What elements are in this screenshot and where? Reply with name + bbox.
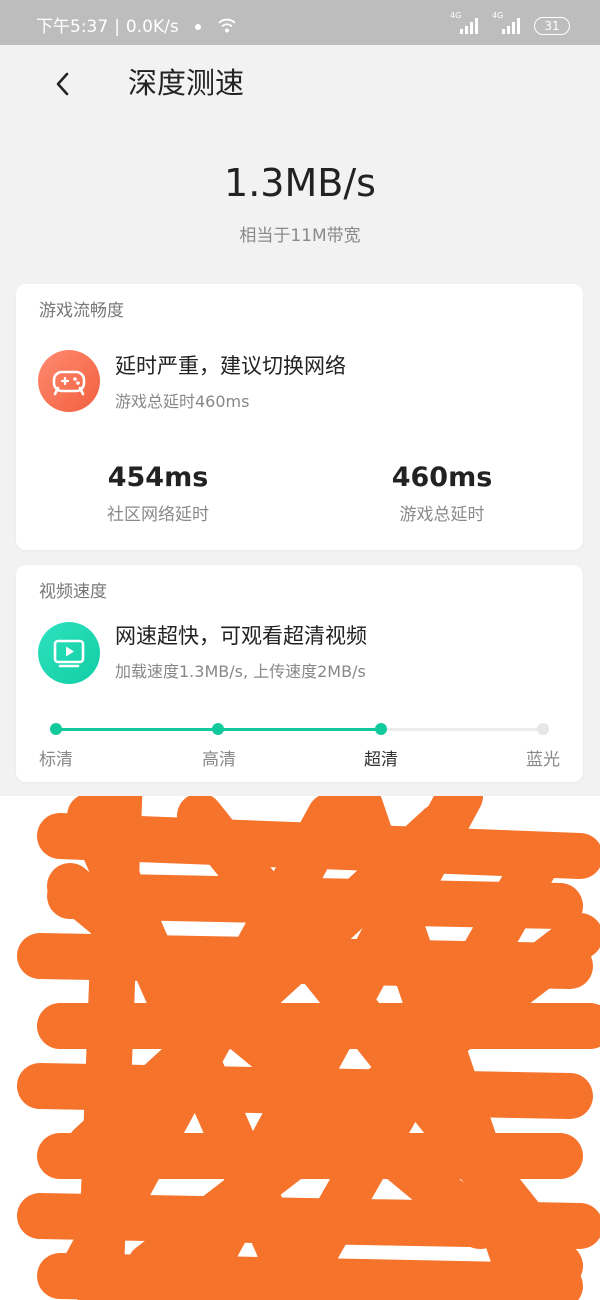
wifi-icon bbox=[217, 18, 236, 33]
scribble-overlay bbox=[17, 796, 600, 1300]
network-speed: 0.0K/s bbox=[125, 17, 179, 37]
signal-label-2: 4G bbox=[492, 11, 504, 20]
news-feed-obscured bbox=[0, 796, 600, 1300]
notification-icon bbox=[195, 24, 202, 30]
signal-icon-2: 4G bbox=[492, 11, 522, 36]
community-latency-label: 社区网络延时 bbox=[107, 505, 209, 525]
video-status-message: 网速超快，可观看超清视频 bbox=[115, 624, 367, 648]
game-status-detail: 游戏总延时460ms bbox=[115, 392, 250, 411]
status-bar: 下午5:37 | 0.0K/s 4G 4G 31 bbox=[0, 0, 600, 45]
status-time: 下午5:37 bbox=[36, 17, 109, 37]
bandwidth-equivalent: 相当于11M带宽 bbox=[239, 226, 361, 246]
quality-dot bbox=[212, 723, 225, 735]
gamepad-icon bbox=[38, 350, 100, 412]
chevron-left-icon bbox=[56, 72, 69, 96]
quality-label-hd: 高清 bbox=[202, 750, 236, 770]
status-right: 4G 4G 31 bbox=[450, 11, 570, 38]
game-latency-label: 游戏总延时 bbox=[399, 505, 485, 525]
speed-value: 1.3MB/s bbox=[224, 161, 376, 205]
game-latency-value: 460ms bbox=[391, 462, 493, 493]
quality-dot bbox=[374, 723, 387, 735]
page-title: 深度测速 bbox=[128, 66, 245, 100]
status-left: 下午5:37 | 0.0K/s bbox=[36, 16, 236, 38]
video-speed-card: 视频速度 网速超快，可观看超清视频 加载速度1.3MB/s, 上传速度2MB/s… bbox=[16, 565, 583, 782]
quality-dot bbox=[50, 723, 62, 735]
card-title: 视频速度 bbox=[39, 582, 107, 602]
battery-level: 31 bbox=[544, 19, 560, 33]
signal-icon: 4G bbox=[450, 11, 480, 36]
quality-label-fhd: 超清 bbox=[364, 750, 398, 770]
status-separator: | bbox=[114, 17, 120, 37]
signal-label: 4G bbox=[450, 11, 462, 20]
quality-label-sd: 标清 bbox=[39, 750, 73, 770]
header: 深度测速 bbox=[0, 45, 600, 125]
game-smoothness-card: 游戏流畅度 延时严重，建议切换网络 游戏总延时460ms 454ms 社区网络延… bbox=[16, 284, 583, 550]
play-icon bbox=[38, 622, 100, 684]
quality-dot bbox=[537, 723, 549, 735]
back-button[interactable] bbox=[48, 67, 78, 101]
game-status-message: 延时严重，建议切换网络 bbox=[115, 354, 346, 378]
battery-icon: 31 bbox=[534, 17, 570, 35]
video-status-detail: 加载速度1.3MB/s, 上传速度2MB/s bbox=[115, 662, 366, 681]
community-latency-value: 454ms bbox=[107, 462, 209, 493]
card-title: 游戏流畅度 bbox=[39, 301, 124, 321]
quality-label-bluray: 蓝光 bbox=[526, 750, 560, 770]
